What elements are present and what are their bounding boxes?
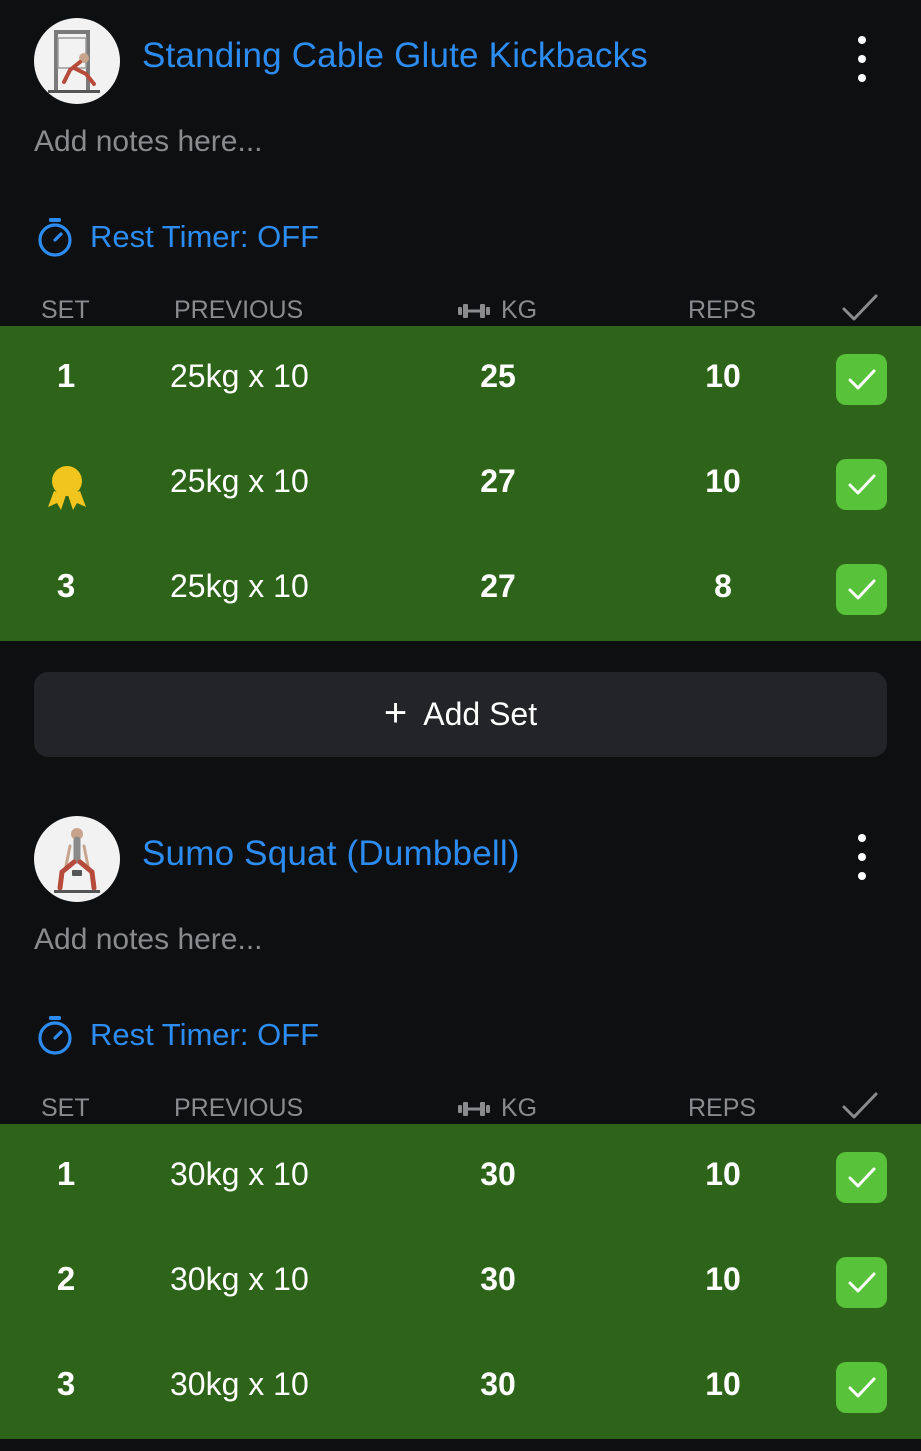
column-kg-label: KG [501,1094,538,1122]
set-number[interactable]: 2 [50,1260,82,1298]
set-number[interactable]: 3 [50,1365,82,1403]
exercise-thumbnail[interactable] [34,18,120,104]
previous-value[interactable]: 25kg x 10 [170,568,309,605]
reps-input[interactable]: 10 [683,1261,763,1298]
check-icon [848,474,875,494]
complete-set-checkbox[interactable] [836,1362,887,1413]
cable-kickback-icon [48,30,100,93]
sets-table: 1 25kg x 10 25 10 25kg x 10 27 10 3 25kg… [0,326,921,641]
reps-input[interactable]: 10 [683,1366,763,1403]
column-kg: KG [457,296,537,325]
dot-icon [858,74,866,82]
sets-table: 1 30kg x 10 30 10 2 30kg x 10 30 10 3 30… [0,1124,921,1439]
complete-set-checkbox[interactable] [836,354,887,405]
set-row: 3 30kg x 10 30 10 [0,1334,921,1439]
column-set: SET [41,1094,90,1122]
reps-input[interactable]: 10 [683,1156,763,1193]
exercise-thumbnail[interactable] [34,816,120,902]
set-number[interactable]: 1 [50,1155,82,1193]
column-kg-label: KG [501,296,538,324]
column-previous: PREVIOUS [174,1094,304,1122]
complete-set-checkbox[interactable] [836,459,887,510]
check-icon [848,1167,875,1187]
exercise-header: Sumo Squat (Dumbbell) [0,812,921,902]
check-icon [848,579,875,599]
rest-timer-label: Rest Timer: OFF [90,219,320,254]
reps-input[interactable]: 8 [683,568,763,605]
dot-icon [858,853,866,861]
set-row: 3 25kg x 10 27 8 [0,536,921,641]
column-done-check-icon [841,292,879,324]
more-options-button[interactable] [842,834,882,880]
complete-set-checkbox[interactable] [836,1257,887,1308]
column-done-check-icon [841,1090,879,1122]
more-options-button[interactable] [842,36,882,82]
rest-timer-button[interactable]: Rest Timer: OFF [36,1010,319,1060]
check-icon [848,369,875,389]
set-row: 1 30kg x 10 30 10 [0,1124,921,1229]
exercise-title[interactable]: Standing Cable Glute Kickbacks [142,36,648,76]
kg-input[interactable]: 27 [458,463,538,500]
add-set-label: Add Set [423,696,538,732]
rest-timer-button[interactable]: Rest Timer: OFF [36,212,319,262]
set-row: 25kg x 10 27 10 [0,431,921,536]
check-icon [848,1377,875,1397]
dot-icon [858,872,866,880]
previous-value[interactable]: 30kg x 10 [170,1366,309,1403]
dot-icon [858,834,866,842]
exercise-title[interactable]: Sumo Squat (Dumbbell) [142,834,520,874]
check-icon [848,1272,875,1292]
column-set: SET [41,296,90,324]
notes-input[interactable] [34,120,634,164]
set-row: 1 25kg x 10 25 10 [0,326,921,431]
kg-input[interactable]: 25 [458,358,538,395]
add-set-button[interactable]: + Add Set [34,672,887,757]
previous-value[interactable]: 25kg x 10 [170,358,309,395]
previous-value[interactable]: 25kg x 10 [170,463,309,500]
dot-icon [858,55,866,63]
set-row: 2 30kg x 10 30 10 [0,1229,921,1334]
reps-input[interactable]: 10 [683,463,763,500]
stopwatch-icon [38,1016,72,1055]
previous-value[interactable]: 30kg x 10 [170,1156,309,1193]
plus-icon: + [383,690,408,735]
kg-input[interactable]: 30 [458,1366,538,1403]
exercise-header: Standing Cable Glute Kickbacks [0,14,921,104]
set-number[interactable]: 3 [50,567,82,605]
medal-icon[interactable] [44,463,90,511]
kg-input[interactable]: 30 [458,1156,538,1193]
kg-input[interactable]: 27 [458,568,538,605]
column-reps: REPS [688,296,757,324]
notes-input[interactable] [34,918,634,962]
previous-value[interactable]: 30kg x 10 [170,1261,309,1298]
complete-set-checkbox[interactable] [836,1152,887,1203]
complete-set-checkbox[interactable] [836,564,887,615]
column-reps: REPS [688,1094,757,1122]
sumo-squat-icon [54,828,100,893]
rest-timer-label: Rest Timer: OFF [90,1017,320,1052]
column-kg: KG [457,1094,537,1123]
kg-input[interactable]: 30 [458,1261,538,1298]
dot-icon [858,36,866,44]
set-number[interactable]: 1 [50,357,82,395]
dumbbell-icon [458,303,490,318]
reps-input[interactable]: 10 [683,358,763,395]
column-previous: PREVIOUS [174,296,304,324]
stopwatch-icon [38,218,72,257]
dumbbell-icon [458,1101,490,1116]
